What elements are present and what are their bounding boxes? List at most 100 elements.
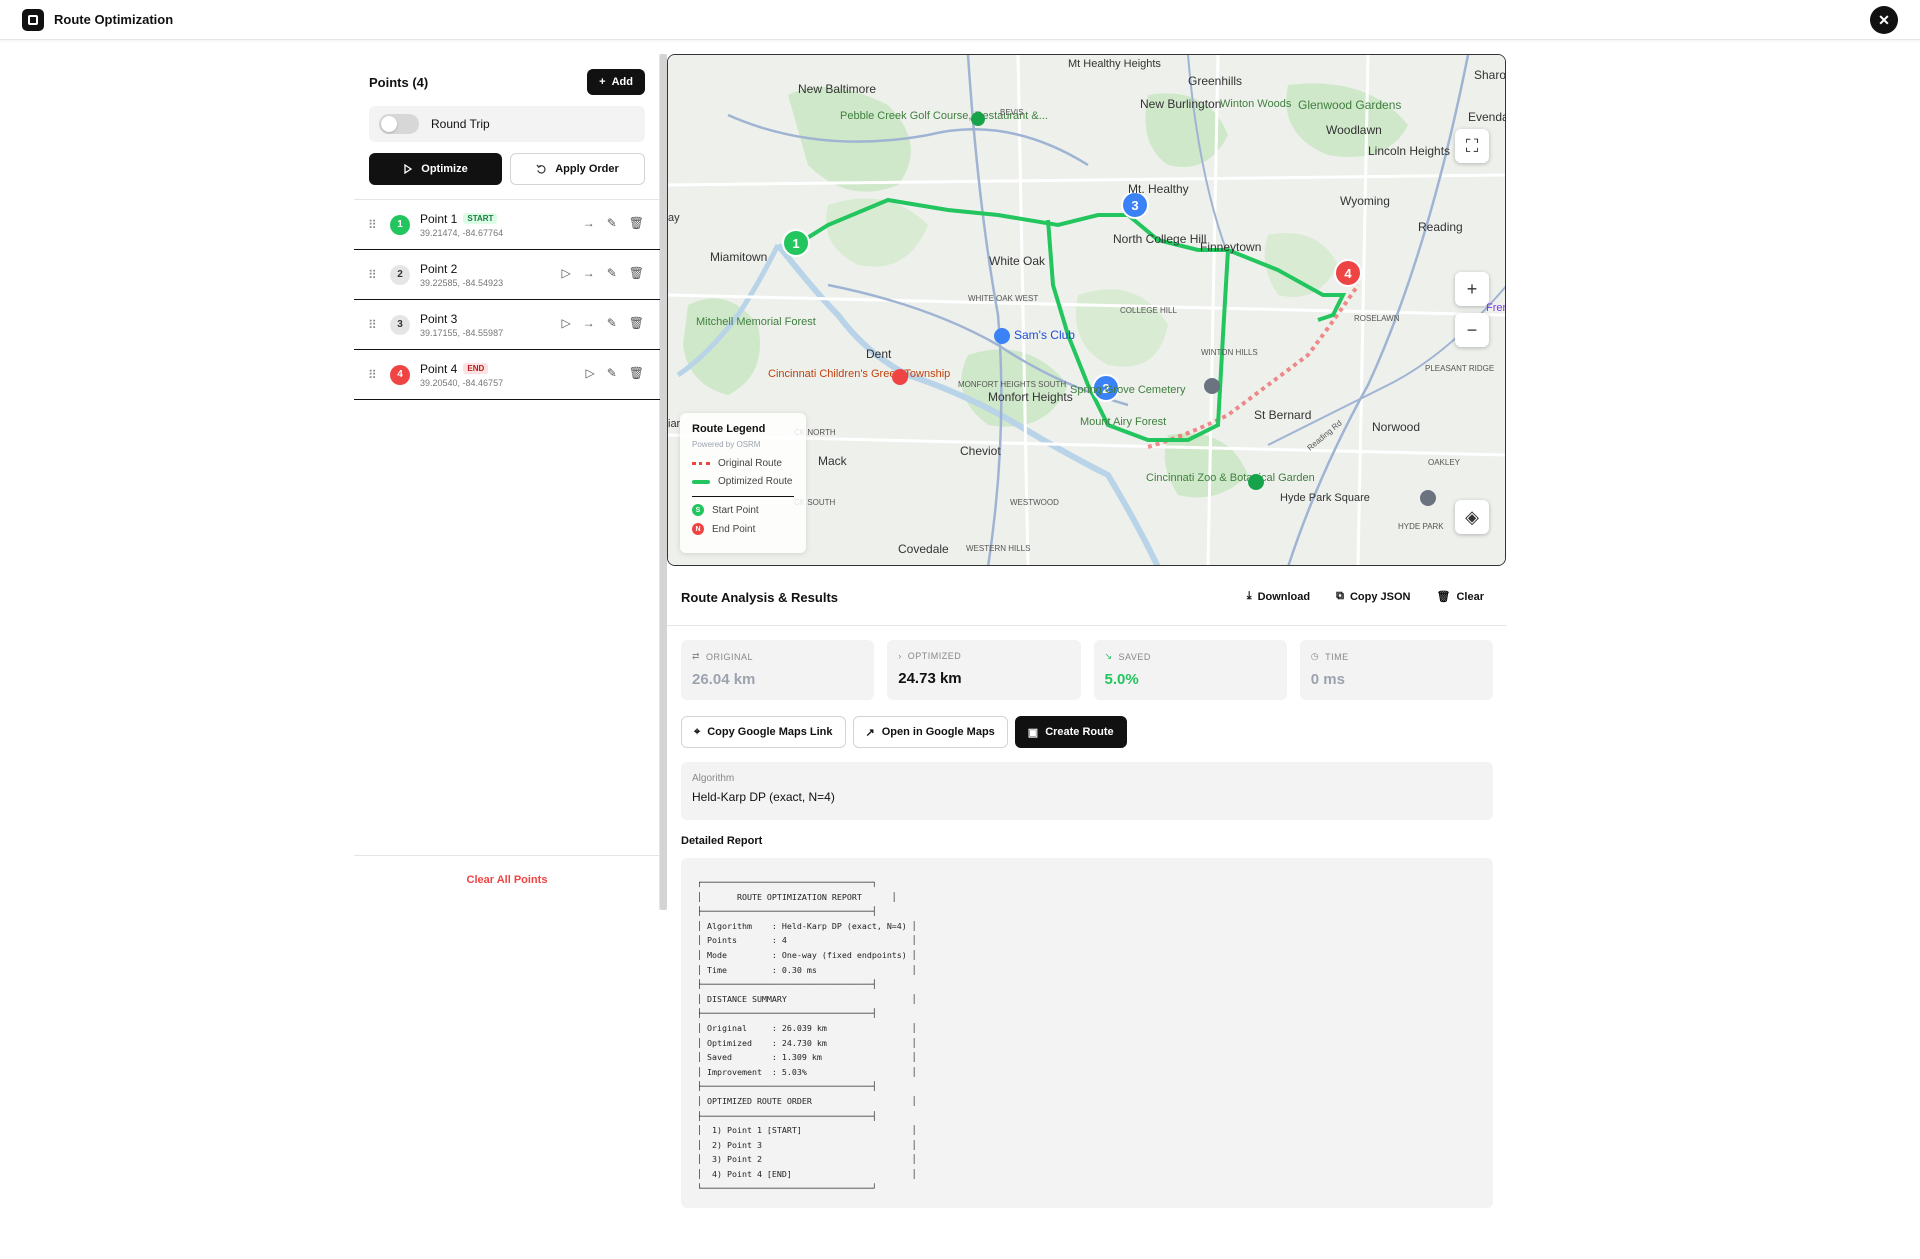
start-tag: START <box>463 213 498 224</box>
map-label: New Burlington <box>1140 97 1221 111</box>
play-icon[interactable]: ▷ <box>561 266 570 280</box>
map-label: BEVIS <box>1000 108 1024 117</box>
add-point-button[interactable]: + Add <box>587 69 645 95</box>
panel-scrollbar[interactable] <box>660 54 667 910</box>
trash-icon[interactable]: 🗑 <box>629 216 644 230</box>
zoo-poi-icon[interactable] <box>1248 474 1264 490</box>
action-row: Optimize Apply Order <box>369 153 645 185</box>
optimized-route-swatch <box>692 479 710 484</box>
point-coords: 39.21474, -84.67764 <box>420 227 504 238</box>
map-pin-icon: ⌖ <box>694 725 701 738</box>
zoom-in-button[interactable]: + <box>1455 272 1489 306</box>
window-title: Route Optimization <box>54 12 174 27</box>
list-item[interactable]: ⠿ 3 Point 3 39.17155, -84.55987 ▷ → ✎ 🗑 <box>354 300 660 350</box>
apply-order-button[interactable]: Apply Order <box>510 153 645 185</box>
copy-json-button[interactable]: ⧉ Copy JSON <box>1336 590 1410 603</box>
map-label: Miamitown <box>710 250 767 264</box>
points-header: Points (4) + Add <box>369 68 645 96</box>
shopping-poi-icon[interactable] <box>994 328 1010 344</box>
map-label: WESTERN HILLS <box>966 544 1030 553</box>
map-label: Woodlawn <box>1326 123 1382 137</box>
list-item[interactable]: ⠿ 1 Point 1 START 39.21474, -84.67764 → ✎… <box>354 200 660 250</box>
map-label: Norwood <box>1372 420 1420 434</box>
create-route-label: Create Route <box>1045 726 1114 738</box>
fullscreen-button[interactable]: ⛶ <box>1455 129 1489 163</box>
drag-handle-icon[interactable]: ⠿ <box>368 268 382 282</box>
round-trip-toggle[interactable] <box>379 114 419 134</box>
download-label: Download <box>1257 590 1311 603</box>
copy-gmaps-label: Copy Google Maps Link <box>707 726 833 738</box>
arrow-right-icon[interactable]: → <box>583 266 595 280</box>
cemetery-poi-icon[interactable] <box>1204 378 1220 394</box>
close-button[interactable]: ✕ <box>1870 6 1898 34</box>
optimize-button[interactable]: Optimize <box>369 153 502 185</box>
round-trip-row: Round Trip <box>369 106 645 142</box>
algorithm-box: Algorithm Held-Karp DP (exact, N=4) <box>681 762 1493 820</box>
drag-handle-icon[interactable]: ⠿ <box>368 368 382 382</box>
map-marker-4[interactable]: 4 <box>1344 266 1352 281</box>
legend-title: Route Legend <box>692 423 766 435</box>
play-icon[interactable]: ▷ <box>561 316 570 330</box>
clear-label: Clear <box>1456 590 1484 603</box>
list-item[interactable]: ⠿ 4 Point 4 END 39.20540, -84.46757 ▷ ✎ 🗑 <box>354 350 660 400</box>
arrow-right-icon[interactable]: → <box>583 316 595 330</box>
drag-handle-icon[interactable]: ⠿ <box>368 318 382 332</box>
point-coords: 39.17155, -84.55987 <box>420 327 504 338</box>
point-number-badge: 2 <box>390 264 410 285</box>
copy-google-maps-link-button[interactable]: ⌖ Copy Google Maps Link <box>681 716 846 748</box>
clear-button[interactable]: 🗑 Clear <box>1437 590 1485 604</box>
map-label: Winton Woods <box>1220 98 1292 110</box>
trash-icon[interactable]: 🗑 <box>629 266 644 280</box>
point-name: Point 3 <box>420 311 458 326</box>
route-map[interactable]: 1 2 3 4 New Baltimore Mt Healthy Heights… <box>667 54 1506 566</box>
arrow-right-icon[interactable]: → <box>583 216 595 230</box>
point-number-badge: 4 <box>390 364 410 385</box>
stat-original: ⇄ ORIGINAL 26.04 km <box>681 640 875 700</box>
copy-json-label: Copy JSON <box>1349 590 1411 603</box>
report-text: ┌──────────────────────────────────┐ │ R… <box>697 877 917 1194</box>
map-label: Covedale <box>898 542 949 556</box>
map-label: ay <box>668 212 680 224</box>
map-marker-3[interactable]: 3 <box>1131 198 1138 213</box>
map-label: New Baltimore <box>798 82 876 96</box>
map-label: Spring Grove Cemetery <box>1070 384 1186 396</box>
map-label: Greenhills <box>1188 74 1242 88</box>
map-label: Fren <box>1486 302 1506 314</box>
map-label: White Oak <box>989 254 1046 268</box>
point-list: ⠿ 1 Point 1 START 39.21474, -84.67764 → ✎… <box>354 199 660 400</box>
download-button[interactable]: ⤓ Download <box>1247 590 1310 603</box>
place-poi-icon[interactable] <box>1420 490 1436 506</box>
map-label: WHITE OAK WEST <box>968 294 1038 303</box>
trash-icon[interactable]: 🗑 <box>629 316 644 330</box>
golf-poi-icon[interactable] <box>971 112 985 126</box>
edit-icon[interactable]: ✎ <box>607 216 617 230</box>
map-marker-1[interactable]: 1 <box>792 236 799 251</box>
list-item[interactable]: ⠿ 2 Point 2 39.22585, -84.54923 ▷ → ✎ 🗑 <box>354 250 660 300</box>
open-gmaps-label: Open in Google Maps <box>881 726 995 738</box>
drag-handle-icon[interactable]: ⠿ <box>368 218 382 232</box>
open-google-maps-button[interactable]: ↗ Open in Google Maps <box>852 716 1008 748</box>
map-label: Lincoln Heights <box>1368 144 1450 158</box>
clock-icon: ◷ <box>1310 651 1320 661</box>
original-route-swatch <box>692 462 710 465</box>
map-label: St Bernard <box>1254 408 1311 422</box>
trash-icon[interactable]: 🗑 <box>629 366 644 380</box>
end-point-swatch: N <box>692 523 704 535</box>
route-icon: ⇄ <box>692 651 701 661</box>
map-label: ROSELAWN <box>1354 314 1400 323</box>
map-label: HYDE PARK <box>1398 522 1444 531</box>
edit-icon[interactable]: ✎ <box>607 366 617 380</box>
create-route-button[interactable]: ▣ Create Route <box>1014 716 1127 748</box>
point-name: Point 2 <box>420 261 458 276</box>
edit-icon[interactable]: ✎ <box>607 316 617 330</box>
play-icon[interactable]: ▷ <box>585 366 594 380</box>
zoom-out-button[interactable]: − <box>1455 313 1489 347</box>
map-label: North College Hill <box>1113 232 1206 246</box>
edit-icon[interactable]: ✎ <box>607 266 617 280</box>
clear-all-points-button[interactable]: Clear All Points <box>354 855 660 886</box>
stat-value: 5.0% <box>1104 671 1139 688</box>
map-label: WINTON HILLS <box>1201 348 1258 357</box>
app-icon <box>22 8 44 31</box>
layers-button[interactable]: ◈ <box>1455 500 1489 534</box>
hospital-poi-icon[interactable] <box>892 369 908 385</box>
